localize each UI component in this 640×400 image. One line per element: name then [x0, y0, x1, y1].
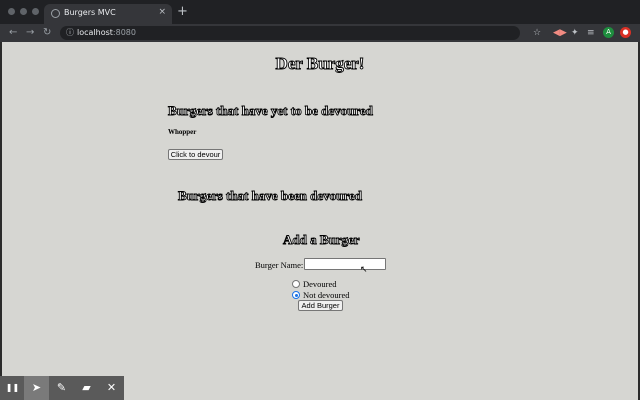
media-icon[interactable]: ◀▶: [553, 26, 567, 40]
forward-icon[interactable]: →: [26, 26, 34, 40]
url-text: localhost:8080: [77, 28, 136, 37]
radio-devoured-label: Devoured: [303, 279, 337, 289]
reload-icon[interactable]: ↻: [43, 26, 51, 40]
close-icon[interactable]: ✕: [99, 376, 124, 400]
reading-list-icon[interactable]: ≡: [587, 26, 595, 40]
browser-toolbar: ← → ↻ ⓘ localhost:8080 ☆ ◀▶ ✦ ≡ A ●: [0, 24, 640, 42]
tab-close-icon[interactable]: ×: [158, 7, 166, 17]
pause-icon[interactable]: ❚❚: [0, 376, 25, 400]
radio-not-devoured-label: Not devoured: [303, 290, 350, 300]
extensions-puzzle-icon[interactable]: ✦: [571, 26, 579, 40]
recorder-toolbar: ❚❚ ➤ ✎ ▰ ✕: [0, 376, 124, 400]
burger-name-label: Burger Name:: [255, 260, 304, 270]
globe-icon: [51, 9, 60, 18]
page-title: Der Burger!: [275, 54, 365, 74]
not-devoured-heading: Burgers that have yet to be devoured: [168, 103, 374, 119]
back-icon[interactable]: ←: [9, 26, 17, 40]
browser-tab[interactable]: Burgers MVC ×: [44, 4, 172, 24]
page-viewport: Der Burger! Burgers that have yet to be …: [2, 42, 638, 400]
browser-titlebar: Burgers MVC × +: [0, 0, 640, 24]
window-close-dot[interactable]: [8, 8, 15, 15]
add-burger-button[interactable]: Add Burger: [298, 300, 343, 311]
window-zoom-dot[interactable]: [32, 8, 39, 15]
bookmark-star-icon[interactable]: ☆: [533, 26, 541, 40]
extension-badge-icon[interactable]: ●: [620, 27, 631, 38]
mouse-cursor-icon: ↖: [360, 264, 368, 274]
address-bar[interactable]: ⓘ localhost:8080: [60, 26, 520, 40]
window-minimize-dot[interactable]: [20, 8, 27, 15]
site-info-icon[interactable]: ⓘ: [66, 28, 74, 38]
pen-icon[interactable]: ✎: [49, 376, 74, 400]
tab-title: Burgers MVC: [64, 8, 116, 17]
new-tab-button[interactable]: +: [177, 5, 188, 18]
add-burger-heading: Add a Burger: [283, 232, 360, 248]
eraser-icon[interactable]: ▰: [74, 376, 99, 400]
burger-name-input[interactable]: [304, 258, 386, 270]
devour-button[interactable]: Click to devour: [168, 149, 223, 160]
devoured-heading: Burgers that have been devoured: [178, 188, 363, 204]
burger-name-whopper: Whopper: [168, 128, 197, 136]
pointer-icon[interactable]: ➤: [24, 376, 49, 400]
radio-not-devoured[interactable]: [292, 291, 300, 299]
radio-devoured[interactable]: [292, 280, 300, 288]
profile-avatar[interactable]: A: [603, 27, 614, 38]
